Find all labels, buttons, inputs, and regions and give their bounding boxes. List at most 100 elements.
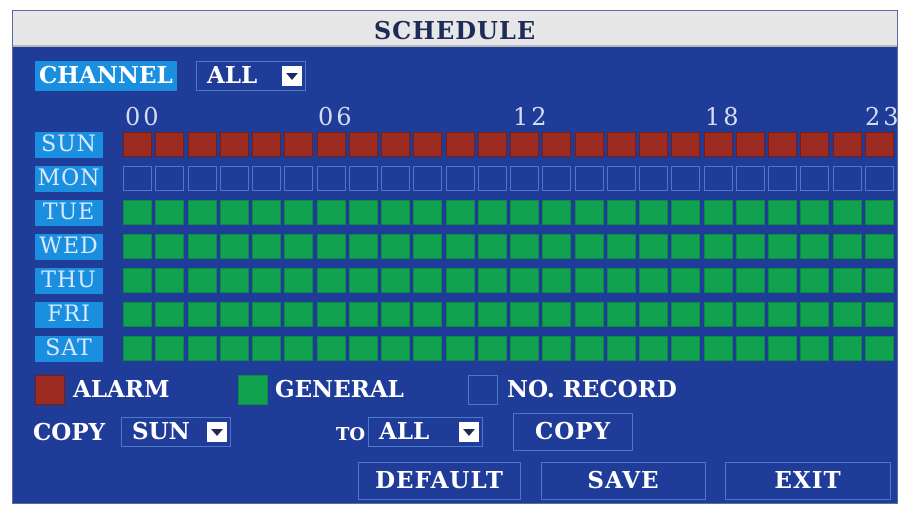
- schedule-cell[interactable]: [123, 336, 152, 361]
- schedule-cell[interactable]: [155, 200, 184, 225]
- schedule-cell[interactable]: [381, 132, 410, 157]
- schedule-cell[interactable]: [317, 302, 346, 327]
- schedule-cell[interactable]: [510, 166, 539, 191]
- schedule-cell[interactable]: [833, 132, 862, 157]
- schedule-cell[interactable]: [800, 302, 829, 327]
- schedule-cell[interactable]: [510, 268, 539, 293]
- schedule-cell[interactable]: [349, 268, 378, 293]
- schedule-cell[interactable]: [446, 166, 475, 191]
- schedule-cell[interactable]: [768, 336, 797, 361]
- schedule-cell[interactable]: [704, 336, 733, 361]
- schedule-cell[interactable]: [478, 200, 507, 225]
- schedule-cell[interactable]: [800, 166, 829, 191]
- schedule-cell[interactable]: [349, 234, 378, 259]
- schedule-cell[interactable]: [736, 132, 765, 157]
- schedule-cell[interactable]: [155, 166, 184, 191]
- schedule-cell[interactable]: [284, 268, 313, 293]
- schedule-cell[interactable]: [220, 200, 249, 225]
- schedule-cell[interactable]: [188, 200, 217, 225]
- schedule-cell[interactable]: [220, 234, 249, 259]
- schedule-cell[interactable]: [413, 132, 442, 157]
- schedule-cell[interactable]: [188, 132, 217, 157]
- schedule-cell[interactable]: [736, 268, 765, 293]
- copy-to-select[interactable]: ALL: [368, 417, 483, 447]
- schedule-cell[interactable]: [478, 302, 507, 327]
- schedule-cell[interactable]: [220, 302, 249, 327]
- exit-button[interactable]: EXIT: [725, 462, 891, 500]
- schedule-cell[interactable]: [671, 200, 700, 225]
- schedule-cell[interactable]: [542, 132, 571, 157]
- schedule-cell[interactable]: [704, 268, 733, 293]
- schedule-cell[interactable]: [284, 336, 313, 361]
- schedule-cell[interactable]: [284, 200, 313, 225]
- schedule-cell[interactable]: [381, 234, 410, 259]
- schedule-cell[interactable]: [284, 166, 313, 191]
- schedule-cell[interactable]: [381, 200, 410, 225]
- schedule-cell[interactable]: [510, 132, 539, 157]
- schedule-cell[interactable]: [381, 166, 410, 191]
- schedule-cell[interactable]: [768, 166, 797, 191]
- schedule-cell[interactable]: [478, 166, 507, 191]
- schedule-cell[interactable]: [768, 200, 797, 225]
- schedule-cell[interactable]: [510, 336, 539, 361]
- schedule-cell[interactable]: [252, 268, 281, 293]
- schedule-cell[interactable]: [542, 234, 571, 259]
- schedule-cell[interactable]: [510, 234, 539, 259]
- schedule-cell[interactable]: [446, 234, 475, 259]
- chevron-down-icon[interactable]: [282, 66, 302, 86]
- schedule-cell[interactable]: [252, 166, 281, 191]
- schedule-cell[interactable]: [542, 200, 571, 225]
- schedule-cell[interactable]: [607, 302, 636, 327]
- schedule-cell[interactable]: [446, 336, 475, 361]
- schedule-cell[interactable]: [188, 234, 217, 259]
- schedule-cell[interactable]: [736, 302, 765, 327]
- schedule-cell[interactable]: [478, 336, 507, 361]
- schedule-cell[interactable]: [671, 132, 700, 157]
- schedule-cell[interactable]: [607, 336, 636, 361]
- schedule-cell[interactable]: [188, 336, 217, 361]
- schedule-cell[interactable]: [639, 166, 668, 191]
- schedule-cell[interactable]: [768, 234, 797, 259]
- schedule-cell[interactable]: [865, 268, 894, 293]
- schedule-cell[interactable]: [123, 132, 152, 157]
- schedule-cell[interactable]: [317, 336, 346, 361]
- schedule-cell[interactable]: [639, 200, 668, 225]
- day-label-sat[interactable]: SAT: [35, 336, 103, 362]
- schedule-cell[interactable]: [252, 302, 281, 327]
- schedule-cell[interactable]: [833, 200, 862, 225]
- schedule-cell[interactable]: [155, 336, 184, 361]
- schedule-cell[interactable]: [252, 200, 281, 225]
- schedule-cell[interactable]: [704, 302, 733, 327]
- schedule-cell[interactable]: [317, 234, 346, 259]
- schedule-cell[interactable]: [446, 200, 475, 225]
- schedule-cell[interactable]: [478, 268, 507, 293]
- channel-select[interactable]: ALL: [196, 61, 306, 91]
- schedule-cell[interactable]: [639, 302, 668, 327]
- schedule-cell[interactable]: [704, 200, 733, 225]
- schedule-cell[interactable]: [671, 302, 700, 327]
- schedule-cell[interactable]: [575, 132, 604, 157]
- schedule-cell[interactable]: [317, 132, 346, 157]
- schedule-cell[interactable]: [671, 166, 700, 191]
- schedule-cell[interactable]: [833, 336, 862, 361]
- schedule-cell[interactable]: [349, 132, 378, 157]
- schedule-cell[interactable]: [542, 268, 571, 293]
- default-button[interactable]: DEFAULT: [358, 462, 521, 500]
- schedule-cell[interactable]: [446, 302, 475, 327]
- schedule-cell[interactable]: [800, 336, 829, 361]
- schedule-cell[interactable]: [704, 234, 733, 259]
- schedule-cell[interactable]: [284, 302, 313, 327]
- schedule-cell[interactable]: [736, 166, 765, 191]
- schedule-cell[interactable]: [833, 268, 862, 293]
- schedule-cell[interactable]: [768, 268, 797, 293]
- schedule-cell[interactable]: [413, 200, 442, 225]
- schedule-cell[interactable]: [736, 200, 765, 225]
- schedule-cell[interactable]: [155, 234, 184, 259]
- schedule-cell[interactable]: [542, 302, 571, 327]
- schedule-cell[interactable]: [575, 234, 604, 259]
- schedule-cell[interactable]: [123, 234, 152, 259]
- schedule-cell[interactable]: [575, 166, 604, 191]
- schedule-cell[interactable]: [671, 234, 700, 259]
- schedule-cell[interactable]: [349, 302, 378, 327]
- schedule-cell[interactable]: [865, 302, 894, 327]
